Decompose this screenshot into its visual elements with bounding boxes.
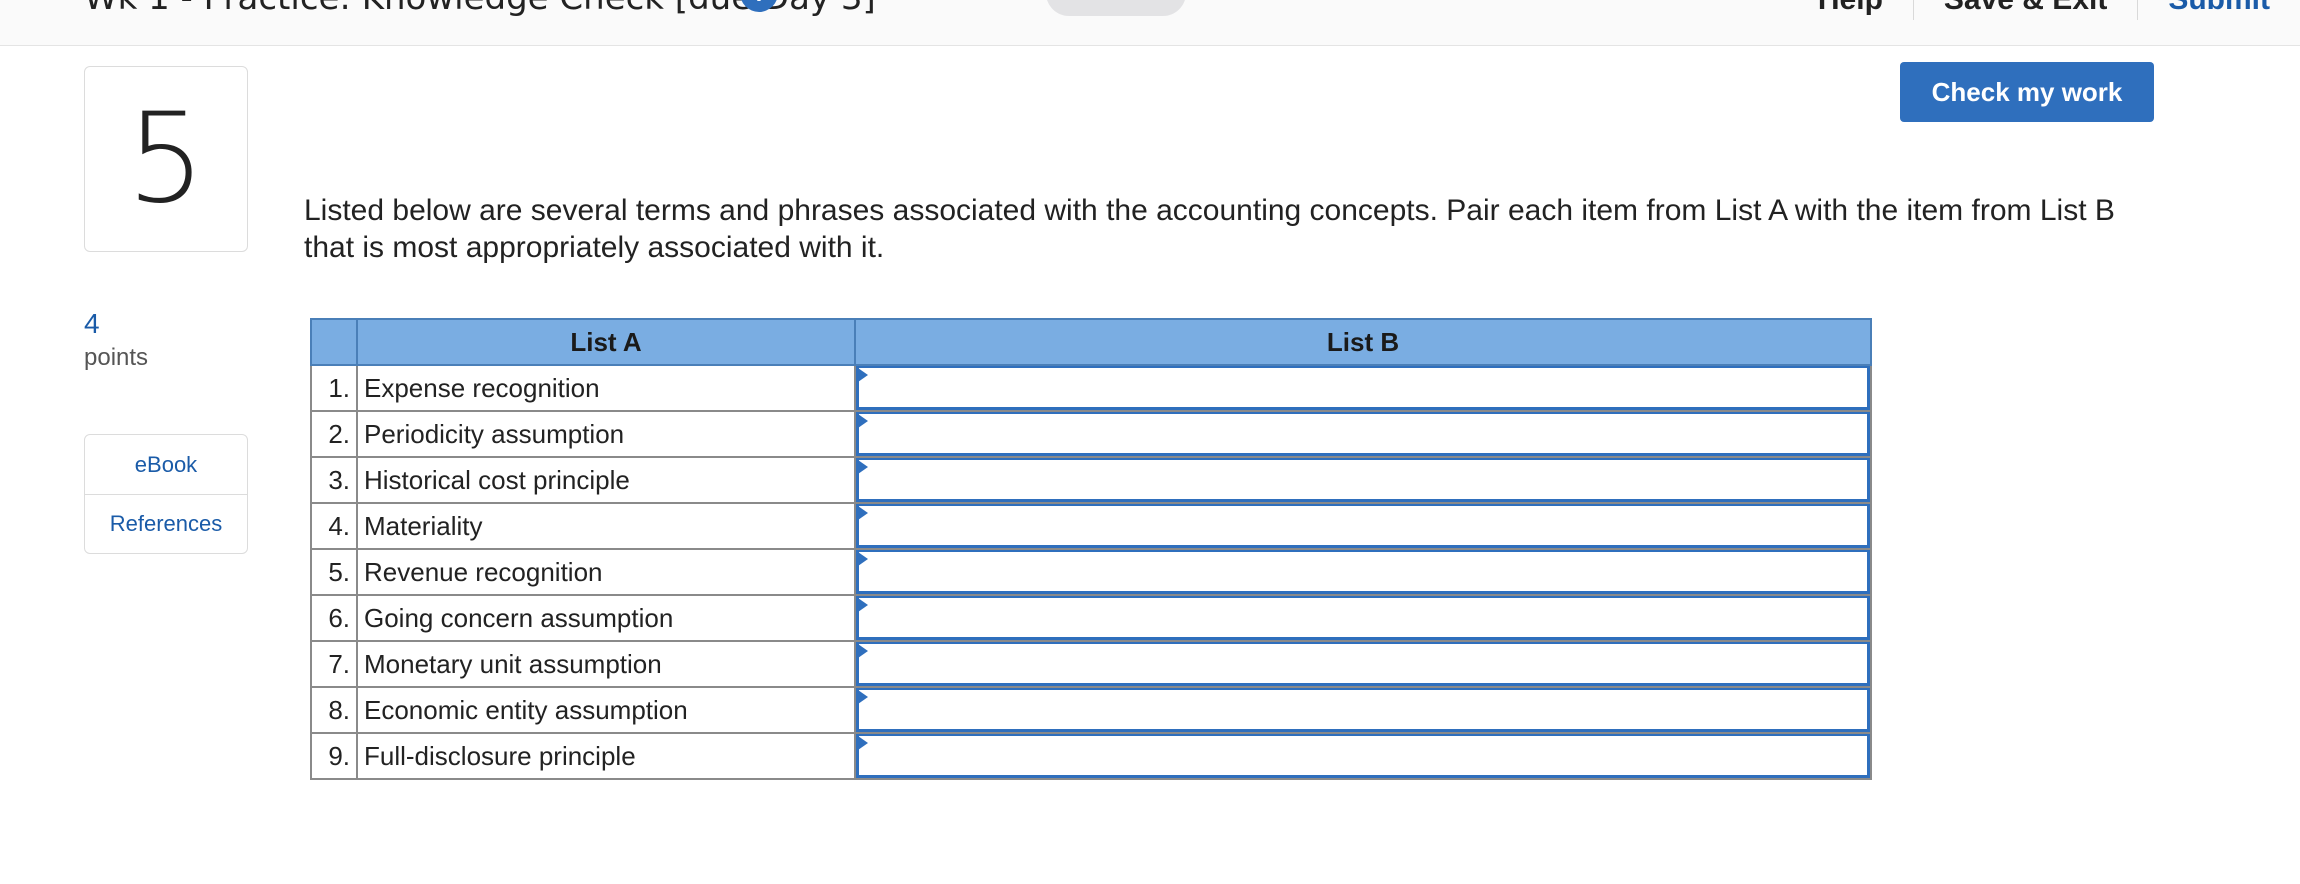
dropdown-indicator-icon — [858, 690, 868, 704]
list-b-dropdown[interactable] — [856, 504, 1870, 548]
list-b-dropdown[interactable] — [856, 412, 1870, 456]
dropdown-indicator-icon — [858, 598, 868, 612]
table-row: 6. Going concern assumption — [310, 594, 1872, 642]
row-number: 3. — [310, 456, 358, 504]
row-number: 2. — [310, 410, 358, 458]
list-b-dropdown[interactable] — [856, 596, 1870, 640]
dropdown-indicator-icon — [858, 736, 868, 750]
header-list-b: List B — [854, 318, 1872, 366]
table-row: 5. Revenue recognition — [310, 548, 1872, 596]
question-prompt: Listed below are several terms and phras… — [304, 194, 2115, 264]
list-b-cell — [854, 502, 1872, 550]
progress-pill[interactable] — [1046, 0, 1186, 16]
list-b-cell — [854, 364, 1872, 412]
table-row: 1. Expense recognition — [310, 364, 1872, 412]
list-a-term: Historical cost principle — [356, 456, 856, 504]
table-row: 9. Full-disclosure principle — [310, 732, 1872, 780]
dropdown-indicator-icon — [858, 414, 868, 428]
question-number-card: 5 — [84, 66, 248, 252]
table-header-row: List A List B — [310, 318, 1872, 366]
list-b-cell — [854, 686, 1872, 734]
list-b-cell — [854, 456, 1872, 504]
list-a-term: Materiality — [356, 502, 856, 550]
row-number: 8. — [310, 686, 358, 734]
points-label: points — [84, 344, 149, 371]
row-number: 9. — [310, 732, 358, 780]
ebook-link[interactable]: eBook — [85, 435, 247, 494]
table-row: 2. Periodicity assumption — [310, 410, 1872, 458]
list-b-dropdown[interactable] — [856, 366, 1870, 410]
help-link[interactable]: Help — [1788, 0, 1914, 20]
list-b-dropdown[interactable] — [856, 688, 1870, 732]
list-b-cell — [854, 410, 1872, 458]
list-a-term: Expense recognition — [356, 364, 856, 412]
table-row: 4. Materiality — [310, 502, 1872, 550]
table-row: 3. Historical cost principle — [310, 456, 1872, 504]
header-links: Help Save & Exit Submit — [1788, 0, 2300, 20]
list-b-cell — [854, 594, 1872, 642]
row-number: 5. — [310, 548, 358, 596]
question-number: 5 — [126, 87, 206, 231]
list-b-dropdown[interactable] — [856, 642, 1870, 686]
dropdown-indicator-icon — [858, 644, 868, 658]
table-row: 7. Monetary unit assumption — [310, 640, 1872, 688]
list-b-cell — [854, 640, 1872, 688]
points-value: 4 — [84, 308, 100, 339]
header-list-a: List A — [356, 318, 856, 366]
submit-link[interactable]: Submit — [2138, 0, 2300, 20]
list-a-term: Periodicity assumption — [356, 410, 856, 458]
list-a-term: Economic entity assumption — [356, 686, 856, 734]
list-a-term: Revenue recognition — [356, 548, 856, 596]
resource-links: eBook References — [84, 434, 248, 554]
top-header-bar: Wk 1 - Practice: Knowledge Check [due Da… — [0, 0, 2300, 46]
dropdown-indicator-icon — [858, 460, 868, 474]
dropdown-indicator-icon — [858, 552, 868, 566]
row-number: 1. — [310, 364, 358, 412]
check-my-work-button[interactable]: Check my work — [1900, 62, 2154, 122]
list-b-dropdown[interactable] — [856, 734, 1870, 778]
save-exit-link[interactable]: Save & Exit — [1914, 0, 2139, 20]
list-b-dropdown[interactable] — [856, 550, 1870, 594]
header-number-cell — [310, 318, 358, 366]
list-b-dropdown[interactable] — [856, 458, 1870, 502]
row-number: 4. — [310, 502, 358, 550]
list-a-term: Full-disclosure principle — [356, 732, 856, 780]
list-b-cell — [854, 732, 1872, 780]
table-row: 8. Economic entity assumption — [310, 686, 1872, 734]
row-number: 6. — [310, 594, 358, 642]
dropdown-indicator-icon — [858, 506, 868, 520]
list-b-cell — [854, 548, 1872, 596]
list-a-term: Going concern assumption — [356, 594, 856, 642]
references-link[interactable]: References — [85, 494, 247, 553]
row-number: 7. — [310, 640, 358, 688]
list-a-term: Monetary unit assumption — [356, 640, 856, 688]
matching-table: List A List B 1. Expense recognition 2. Per… — [310, 318, 1872, 780]
dropdown-indicator-icon — [858, 368, 868, 382]
